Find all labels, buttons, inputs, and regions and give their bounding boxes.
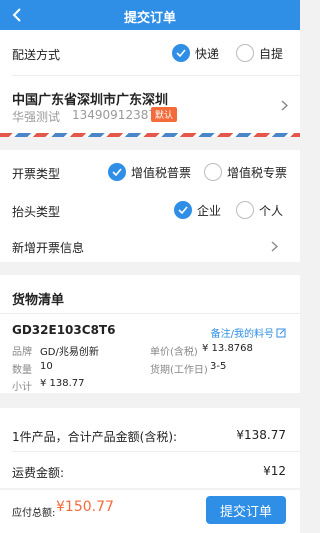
chevron-right-icon: [268, 240, 280, 252]
invoice-type-label: 开票类型: [12, 167, 61, 181]
shipping-value: ¥12: [263, 464, 286, 478]
invoice-title-personal[interactable]: 个人: [236, 201, 283, 219]
subtotal-value: ¥ 138.77: [40, 378, 85, 389]
part-number: GD32E103C8T6: [12, 323, 116, 337]
delivery-label: 配送方式: [12, 48, 61, 62]
check-icon: [174, 201, 192, 219]
radio-empty-icon: [236, 201, 254, 219]
subtotal-label: 小计: [12, 382, 32, 393]
invoice-title-company[interactable]: 企业: [174, 201, 221, 219]
delivery-address-card: 配送方式 快递 自提 中国广东省深圳市广东深圳 华强测试 13490912387…: [0, 30, 300, 137]
invoice-card: 开票类型 增值税普票 增值税专票 抬头类型 企业 个人 新增开票信息: [0, 150, 300, 262]
brand-value: GD/兆易创新: [40, 347, 99, 358]
new-invoice-info-label: 新增开票信息: [12, 241, 85, 255]
recipient-name: 华强测试: [12, 110, 61, 124]
recipient-phone: 13490912387: [72, 108, 156, 122]
submit-order-button[interactable]: 提交订单: [206, 496, 286, 524]
default-badge: 默认: [151, 107, 178, 122]
new-invoice-info-row[interactable]: 新增开票信息: [0, 230, 300, 262]
page-title: 提交订单: [123, 11, 176, 26]
check-icon: [172, 44, 190, 62]
qty-value: 10: [40, 361, 53, 372]
brand-label: 品牌: [12, 347, 32, 358]
goods-section-title: 货物清单: [12, 293, 65, 308]
address-line: 中国广东省深圳市广东深圳: [12, 93, 169, 108]
invoice-title-label: 抬头类型: [12, 205, 61, 219]
address-block[interactable]: 中国广东省深圳市广东深圳 华强测试 13490912387 默认: [0, 76, 300, 130]
delivery-option-express[interactable]: 快递: [172, 44, 219, 62]
shipping-label: 运费金额:: [12, 466, 65, 480]
qty-label: 数量: [12, 365, 32, 376]
products-total-label: 1件产品，合计产品金额(含税):: [12, 430, 178, 444]
invoice-type-special[interactable]: 增值税专票: [204, 163, 287, 181]
unit-price-value: ¥ 13.8768: [202, 343, 253, 354]
total-value: ¥150.77: [56, 499, 114, 515]
radio-empty-icon: [236, 44, 254, 62]
lead-time-label: 货期(工作日): [150, 365, 208, 376]
divider: [0, 313, 300, 314]
summary-card: 1件产品，合计产品金额(含税): ¥138.77 运费金额: ¥12: [0, 408, 300, 488]
lead-time-value: 3-5: [210, 361, 227, 372]
goods-card: 货物清单 GD32E103C8T6 备注/我的料号 品牌 GD/兆易创新 单价(…: [0, 275, 300, 393]
edit-icon: [276, 328, 286, 337]
nav-bar: 提交订单: [0, 0, 300, 30]
unit-price-label: 单价(含税): [150, 347, 198, 358]
check-icon: [108, 163, 126, 181]
radio-empty-icon: [204, 163, 222, 181]
total-label: 应付总额:: [12, 508, 56, 519]
note-link[interactable]: 备注/我的料号: [211, 325, 286, 340]
invoice-type-normal[interactable]: 增值税普票: [108, 163, 191, 181]
delivery-option-pickup[interactable]: 自提: [236, 44, 283, 62]
products-total-value: ¥138.77: [236, 428, 286, 442]
address-airmail-border: [0, 133, 300, 137]
chevron-right-icon: [278, 99, 290, 111]
divider: [12, 451, 300, 452]
